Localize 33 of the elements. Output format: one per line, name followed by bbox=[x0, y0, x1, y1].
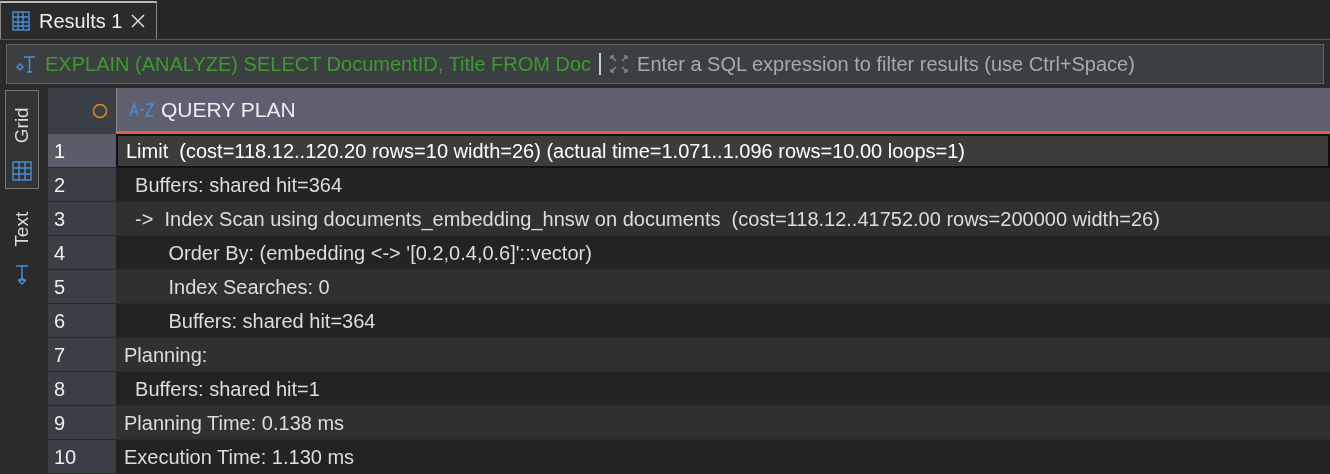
table-cell: Order By: (embedding <-> '[0.2,0.4,0.6]'::vector) bbox=[116, 236, 1330, 270]
query-text: EXPLAIN (ANALYZE) SELECT DocumentID, Title FROM Doc bbox=[45, 52, 592, 77]
table-cell: Buffers: shared hit=364 bbox=[116, 304, 1330, 338]
column-header[interactable]: QUERY PLAN bbox=[116, 88, 1330, 134]
row-number[interactable]: 2 bbox=[48, 168, 116, 202]
table-cell: Planning: bbox=[116, 338, 1330, 372]
row-number[interactable]: 8 bbox=[48, 372, 116, 406]
row-number[interactable]: 1 bbox=[48, 134, 116, 168]
grid-icon bbox=[11, 159, 33, 182]
close-icon[interactable] bbox=[130, 13, 147, 29]
circle-icon bbox=[92, 103, 108, 119]
sort-az-icon bbox=[129, 101, 155, 118]
view-tab[interactable]: Text bbox=[5, 194, 39, 291]
row-number[interactable]: 5 bbox=[48, 270, 116, 304]
text-filter-icon bbox=[15, 53, 37, 75]
view-tab[interactable]: Grid bbox=[5, 90, 39, 189]
table-cell: Index Searches: 0 bbox=[116, 270, 1330, 304]
row-number[interactable]: 7 bbox=[48, 338, 116, 372]
table-cell: Execution Time: 1.130 ms bbox=[116, 440, 1330, 474]
row-number[interactable]: 4 bbox=[48, 236, 116, 270]
row-number[interactable]: 10 bbox=[48, 440, 116, 474]
row-number[interactable]: 6 bbox=[48, 304, 116, 338]
table-icon bbox=[11, 10, 31, 32]
row-number[interactable]: 3 bbox=[48, 202, 116, 236]
filter-input: Enter a SQL expression to filter results (use Ctrl+Space) bbox=[637, 49, 1315, 79]
table-cell: Buffers: shared hit=364 bbox=[116, 168, 1330, 202]
table-cell: Limit (cost=118.12..120.20 rows=10 width=26) (actual time=1.071..1.096 rows=10.00 loops=1) bbox=[116, 134, 1330, 168]
table-cell: -> Index Scan using documents_embedding_hnsw on documents (cost=118.12..41752.00 rows=200000 width=26) bbox=[116, 202, 1330, 236]
expand-icon[interactable] bbox=[609, 54, 630, 74]
results-tab[interactable]: Results 1 bbox=[0, 1, 158, 39]
table-cell: Buffers: shared hit=1 bbox=[116, 372, 1330, 406]
table-cell: Planning Time: 0.138 ms bbox=[116, 406, 1330, 440]
row-number[interactable]: 9 bbox=[48, 406, 116, 440]
